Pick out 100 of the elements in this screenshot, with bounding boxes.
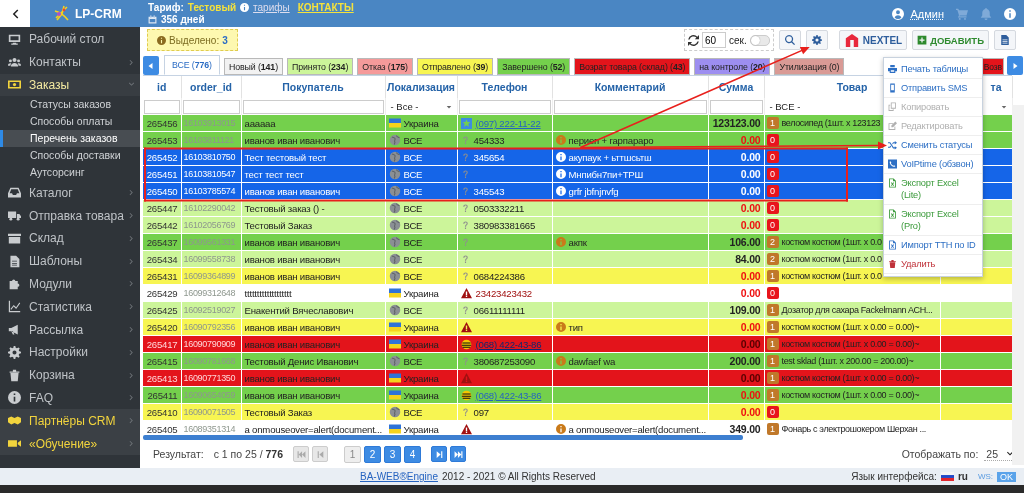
- column-header[interactable]: order_id: [181, 76, 241, 98]
- sidebar-item[interactable]: Статистика: [0, 295, 140, 319]
- quantity-badge: 0: [766, 151, 779, 164]
- status-tab[interactable]: Отказ (175): [357, 58, 413, 75]
- per-page-dropdown[interactable]: 25: [984, 447, 1016, 461]
- skip-back-icon: [296, 449, 306, 459]
- menu-item[interactable]: Печать таблицы: [884, 60, 982, 79]
- filter-field[interactable]: [709, 99, 763, 114]
- add-button[interactable]: ДОБАВИТЬ: [912, 30, 989, 50]
- status-tab[interactable]: Отправлено (39): [416, 58, 494, 75]
- comment-text: dawfaef wa: [568, 356, 616, 367]
- menu-item[interactable]: Отправить SMS: [884, 79, 982, 98]
- menu-item[interactable]: Экспорт Excel (Pro): [884, 205, 982, 236]
- bell-icon[interactable]: [980, 7, 992, 20]
- caret-down-icon[interactable]: [1000, 103, 1007, 110]
- menu-item-label: Сменить статусы: [901, 139, 973, 151]
- sidebar-item[interactable]: Настройки: [0, 340, 140, 364]
- column-header[interactable]: Покупатель: [241, 76, 385, 98]
- phone-number: 0684224386: [473, 271, 525, 282]
- quantity-badge: 1: [766, 423, 779, 435]
- nextel-button[interactable]: NEXTEL: [838, 30, 908, 50]
- filter-dropdown[interactable]: - ВСЕ -: [769, 101, 821, 112]
- sidebar-item[interactable]: Партнёры CRM: [0, 409, 140, 433]
- next-page-button[interactable]: [431, 446, 447, 462]
- status-tab[interactable]: Завершено (52): [497, 58, 571, 75]
- info-icon[interactable]: [1004, 7, 1016, 20]
- filter-field[interactable]: [242, 99, 384, 114]
- sidebar-item[interactable]: Корзина: [0, 363, 140, 387]
- sidebar-item[interactable]: Шаблоны: [0, 249, 140, 273]
- filter-field[interactable]: [182, 99, 240, 114]
- caret-right-icon: [1011, 61, 1019, 70]
- sidebar-item[interactable]: Заказы: [0, 73, 140, 97]
- product-name: велосипед (1шт. x 123123: [781, 118, 881, 129]
- menu-item[interactable]: Экспорт Excel (Lite): [884, 174, 982, 205]
- horizontal-scrollbar[interactable]: [143, 435, 743, 440]
- sidebar-item[interactable]: Рассылка: [0, 318, 140, 341]
- info-icon[interactable]: [240, 3, 250, 12]
- auto-refresh-toggle[interactable]: [749, 34, 770, 46]
- scroll-left-button[interactable]: [143, 56, 159, 75]
- table-cell: 265434: [143, 250, 181, 268]
- sidebar-item[interactable]: «Обучение»: [0, 432, 140, 455]
- table-cell: 200.00: [708, 352, 764, 370]
- house-logo-icon: [843, 32, 860, 48]
- sidebar-item[interactable]: FAQ: [0, 386, 140, 410]
- last-page-button[interactable]: [450, 446, 466, 462]
- location-name: ВСЕ: [403, 406, 423, 418]
- refresh-interval-field[interactable]: 60: [702, 32, 726, 48]
- engine-link[interactable]: BA-WEB®Engine: [360, 471, 438, 482]
- filter-field[interactable]: [458, 99, 551, 114]
- menu-item[interactable]: Удалить: [884, 255, 982, 274]
- sidebar-label: Партнёры CRM: [29, 413, 117, 428]
- refresh-icon[interactable]: [688, 34, 699, 46]
- column-header[interactable]: id: [143, 76, 181, 98]
- copy-icon: [888, 102, 897, 112]
- archive-icon: [8, 231, 21, 245]
- vertical-scrollbar[interactable]: [1012, 105, 1024, 465]
- sidebar-item[interactable]: Модули: [0, 272, 140, 296]
- page-button[interactable]: 2: [364, 445, 381, 463]
- export-button[interactable]: [994, 30, 1016, 50]
- menu-item[interactable]: Сменить статусы: [884, 136, 982, 155]
- spreadsheet-icon: [888, 178, 897, 188]
- page-button[interactable]: 3: [384, 445, 401, 463]
- status-tab[interactable]: Утилизация (0): [774, 58, 845, 75]
- user-icon[interactable]: [892, 7, 905, 20]
- search-button[interactable]: [778, 30, 801, 50]
- collapse-button[interactable]: [0, 0, 30, 27]
- column-header[interactable]: Телефон: [457, 76, 552, 98]
- settings-button[interactable]: [805, 30, 828, 50]
- chart-icon: [8, 300, 21, 314]
- menu-item[interactable]: Импорт ТТН по ID: [884, 236, 982, 255]
- table-cell: 265442: [143, 216, 181, 234]
- status-tab[interactable]: Принято (234): [287, 58, 354, 75]
- location-name: ВСЕ: [403, 355, 423, 367]
- table-cell: 16102056769: [181, 216, 241, 234]
- status-tab[interactable]: ВСЕ (776): [164, 55, 220, 75]
- sidebar-item[interactable]: Склад: [0, 227, 140, 250]
- sidebar-item[interactable]: Каталог: [0, 181, 140, 205]
- sidebar-item[interactable]: Отправка товара: [0, 204, 140, 227]
- menu-item[interactable]: VoIPtime (обзвон): [884, 155, 982, 174]
- user-link[interactable]: Админ: [910, 7, 944, 20]
- caret-down-icon[interactable]: [445, 103, 452, 110]
- filter-field[interactable]: [553, 99, 707, 114]
- scroll-right-button[interactable]: [1007, 56, 1023, 75]
- menu-item-label: Удалить: [901, 258, 936, 270]
- page-button[interactable]: 4: [404, 445, 421, 463]
- location-name: Украина: [403, 338, 439, 350]
- column-header[interactable]: Локализация: [385, 76, 457, 98]
- filter-dropdown[interactable]: - Все -: [390, 101, 439, 112]
- quantity-badge: 0: [766, 134, 779, 147]
- table-cell: 16090781668: [181, 352, 241, 370]
- sidebar-item[interactable]: Рабочий стол: [0, 28, 140, 51]
- sidebar-subitem[interactable]: Перечень заказов: [0, 130, 140, 148]
- status-tab[interactable]: Новый (141): [223, 58, 283, 75]
- language-code[interactable]: ru: [957, 471, 968, 482]
- table-cell: Тестовый Заказ: [241, 216, 385, 234]
- step-forward-icon: [434, 449, 444, 459]
- sidebar-item[interactable]: Контакты: [0, 50, 140, 74]
- filter-field[interactable]: [144, 99, 180, 114]
- cart-icon[interactable]: [956, 7, 968, 20]
- chevron-right-icon: [128, 58, 135, 66]
